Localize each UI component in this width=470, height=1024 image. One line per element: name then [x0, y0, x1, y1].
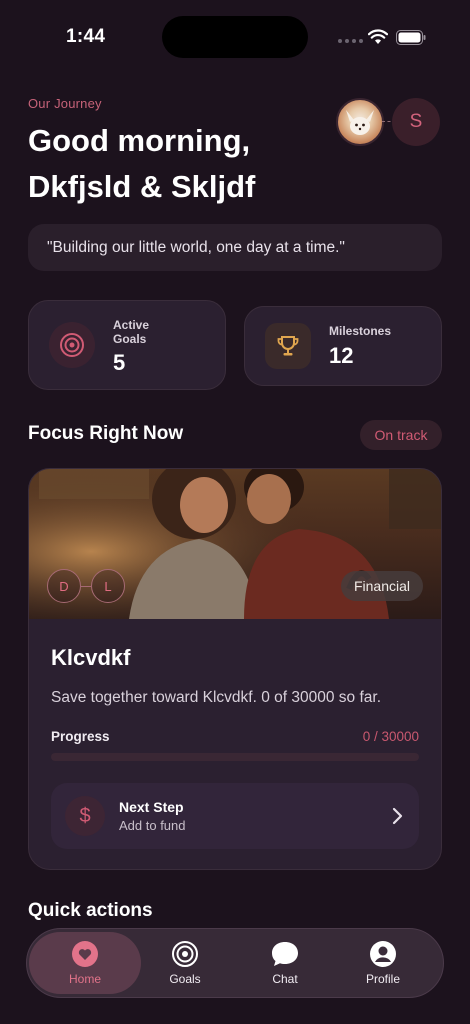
tab-label: Goals — [169, 972, 201, 986]
signal-icon — [338, 39, 363, 43]
tab-profile[interactable]: Profile — [337, 929, 429, 997]
next-step-title: Next Step — [119, 799, 184, 815]
active-goals-card[interactable]: Active Goals 5 — [28, 300, 226, 390]
initial-badge: D — [47, 569, 81, 603]
progress-label: Progress — [51, 729, 110, 744]
progress-bar — [51, 753, 419, 761]
tab-bar: Home Goals Chat Profile — [26, 928, 444, 998]
dynamic-island — [162, 16, 308, 58]
tab-label: Profile — [365, 972, 400, 986]
dollar-icon: $ — [65, 796, 105, 836]
trophy-icon — [265, 323, 311, 369]
wifi-icon — [368, 29, 388, 44]
progress-value: 0 / 30000 — [362, 729, 419, 744]
tab-goals[interactable]: Goals — [139, 929, 231, 997]
goal-description: Save together toward Klcvdkf. 0 of 30000… — [51, 689, 382, 706]
initial-badge: L — [91, 569, 125, 603]
tab-label: Home — [68, 972, 101, 986]
chevron-right-icon — [392, 807, 403, 825]
battery-icon — [396, 30, 426, 45]
section-title-focus: Focus Right Now — [28, 423, 184, 444]
status-badge: On track — [360, 420, 442, 450]
stat-value: 12 — [329, 343, 354, 368]
category-badge: Financial — [341, 571, 423, 601]
stat-value: 5 — [113, 350, 126, 375]
eyebrow-label: Our Journey — [28, 96, 102, 111]
avatar-photo[interactable] — [336, 98, 384, 146]
next-step-button[interactable]: $ Next Step Add to fund — [51, 783, 419, 849]
stat-label: Active Goals — [113, 318, 150, 346]
goal-title: Klcvdkf — [51, 645, 131, 670]
goal-cover-image: D L Financial — [29, 469, 441, 619]
person-icon — [370, 941, 396, 967]
target-icon — [49, 322, 95, 368]
status-time: 1:44 — [66, 26, 106, 47]
tab-chat[interactable]: Chat — [239, 929, 331, 997]
greeting-title: Good morning, Dkfjsld & Skljdf — [28, 123, 256, 204]
section-title-quick-actions: Quick actions — [28, 900, 153, 921]
heart-icon — [72, 941, 98, 967]
milestones-card[interactable]: Milestones 12 — [244, 306, 442, 386]
couple-initials: D L — [47, 569, 125, 603]
chat-bubble-icon — [272, 942, 298, 966]
next-step-subtitle: Add to fund — [119, 818, 186, 833]
target-icon — [172, 941, 198, 967]
focus-goal-card[interactable]: D L Financial Klcvdkf Save together towa… — [28, 468, 442, 870]
tab-home[interactable]: Home — [29, 932, 141, 994]
partner-avatar[interactable]: S — [392, 98, 440, 146]
stat-label: Milestones — [329, 324, 392, 338]
motto-quote: "Building our little world, one day at a… — [28, 224, 442, 271]
tab-label: Chat — [272, 972, 298, 986]
